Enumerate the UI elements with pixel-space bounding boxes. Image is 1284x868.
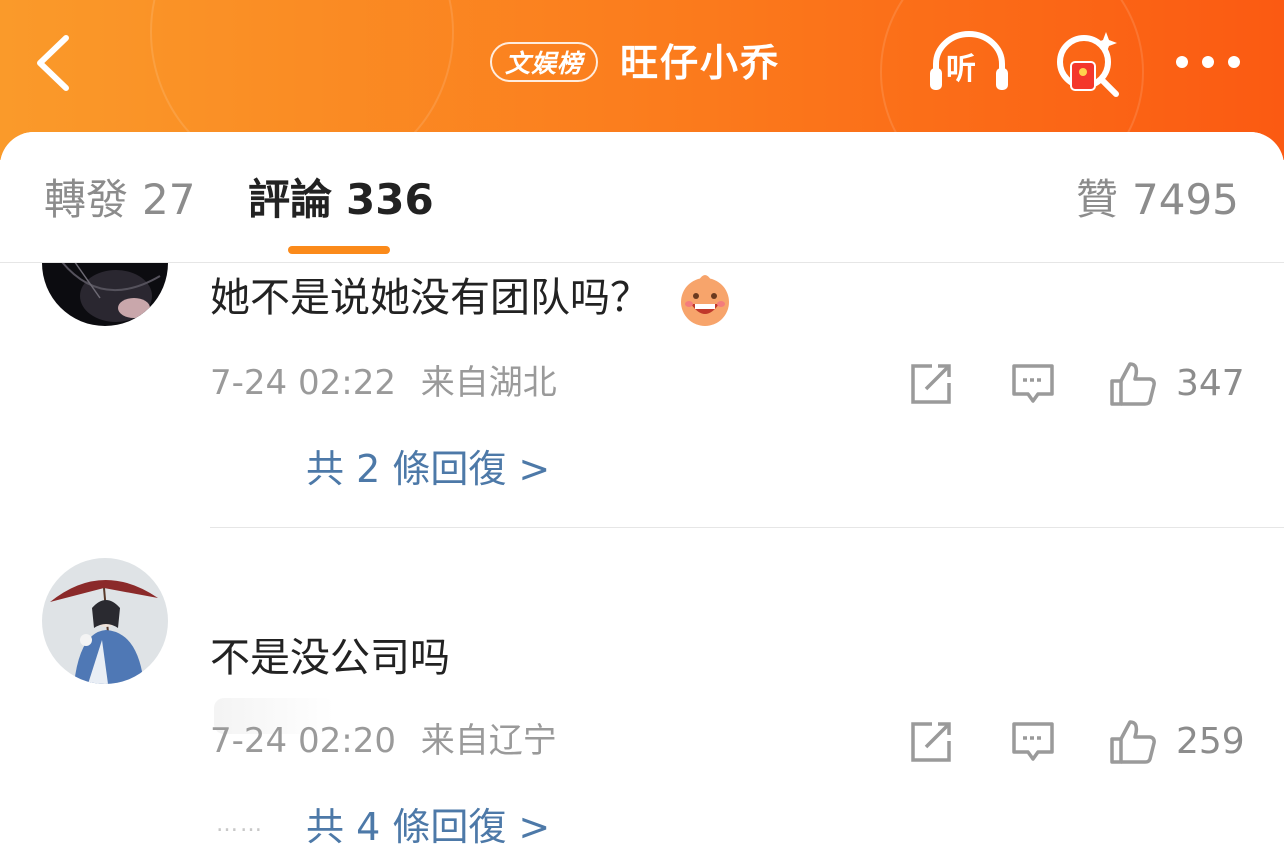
more-button[interactable]	[1172, 48, 1244, 76]
avatar-image	[42, 558, 168, 684]
like-count: 259	[1176, 721, 1245, 762]
active-tab-indicator	[288, 246, 390, 254]
search-button[interactable]	[1054, 28, 1126, 100]
more-indicator: ……	[216, 812, 264, 837]
thumbs-up-icon	[1110, 720, 1156, 764]
tab-count: 27	[142, 175, 196, 224]
share-icon	[911, 364, 951, 404]
listen-button[interactable]: 听	[926, 30, 1012, 94]
chevron-left-icon	[37, 35, 69, 91]
like-count: 347	[1176, 363, 1245, 404]
listen-label: 听	[946, 52, 976, 87]
thumbs-up-icon	[1110, 362, 1156, 406]
comment-icon	[1012, 722, 1054, 761]
tab-count: 7495	[1132, 175, 1239, 224]
comment-time: 7-24 02:22	[210, 363, 396, 403]
tab-bar: 轉發 27 評論 336 贊 7495	[0, 132, 1284, 263]
more-dots-icon	[1176, 56, 1240, 68]
tab-label: 贊	[1076, 175, 1119, 224]
view-replies-link[interactable]: 共 2 條回復 >	[306, 444, 550, 494]
comment-icon	[1012, 364, 1054, 403]
comment-text: 不是没公司吗	[210, 635, 450, 681]
comment-location: 来自湖北	[420, 363, 557, 403]
comment-meta: 7-24 02:22 来自湖北	[210, 360, 557, 406]
comment-divider	[210, 527, 1284, 528]
laughing-emoji-icon	[680, 275, 729, 326]
comment-time: 7-24 02:20	[210, 721, 396, 761]
comment-panel: 轉發 27 評論 336 贊 7495 她不是说她没有团队吗？ 7-24 02:…	[0, 132, 1284, 868]
tab-label: 轉發	[44, 175, 129, 224]
tab-count: 336	[346, 175, 434, 224]
ranking-badge[interactable]: 文娱榜	[490, 42, 598, 82]
page-title: 旺仔小乔	[620, 41, 781, 85]
search-redpacket-icon	[1057, 32, 1119, 97]
reply-button[interactable]	[1010, 719, 1056, 765]
tab-label: 評論	[248, 175, 333, 224]
tab-likes[interactable]: 贊 7495	[1076, 172, 1239, 228]
comment-text: 她不是说她没有团队吗？	[210, 270, 733, 328]
reply-button[interactable]	[1010, 361, 1056, 407]
comment-meta: 7-24 02:20 来自辽宁	[210, 718, 557, 764]
share-icon	[911, 722, 951, 762]
repost-button[interactable]	[908, 719, 954, 765]
tab-comments[interactable]: 評論 336	[248, 172, 434, 228]
repost-button[interactable]	[908, 361, 954, 407]
like-button[interactable]	[1108, 717, 1156, 764]
avatar[interactable]	[42, 558, 168, 684]
view-replies-link[interactable]: 共 4 條回復 >	[306, 802, 550, 852]
comment-location: 来自辽宁	[420, 721, 557, 761]
like-button[interactable]	[1108, 359, 1156, 406]
back-button[interactable]	[30, 30, 80, 96]
tab-reposts[interactable]: 轉發 27	[44, 172, 195, 228]
comment-body: 她不是说她没有团队吗？	[210, 275, 650, 321]
